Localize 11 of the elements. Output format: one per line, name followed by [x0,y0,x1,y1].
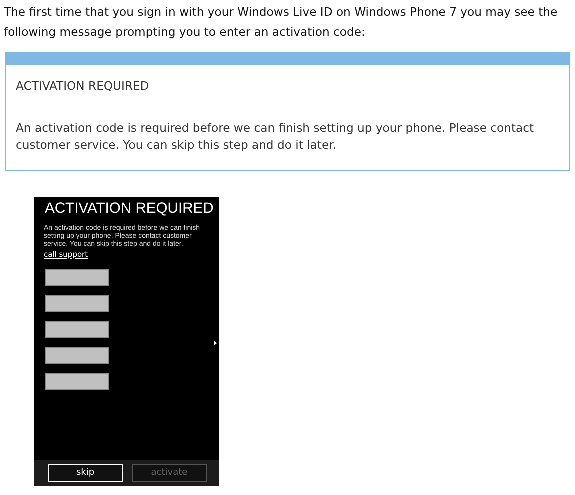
message-title: ACTIVATION REQUIRED [16,79,150,93]
code-field[interactable] [45,295,109,312]
skip-button[interactable]: skip [48,464,123,482]
code-field[interactable] [45,373,109,390]
message-text: An activation code is required before we can finish setting up your phone. Please contact customer service. You can skip this step and do it later. [16,120,536,154]
code-field[interactable] [45,321,109,338]
code-field[interactable] [45,347,109,364]
arrow-icon [214,341,217,346]
code-field[interactable] [45,269,109,286]
screen-title: ACTIVATION REQUIRED [45,201,214,217]
intro-text: The first time that you sign in with your Windows Live ID on Windows Phone 7 you may see the following message prompting you to enter an activation code: [3,4,559,41]
